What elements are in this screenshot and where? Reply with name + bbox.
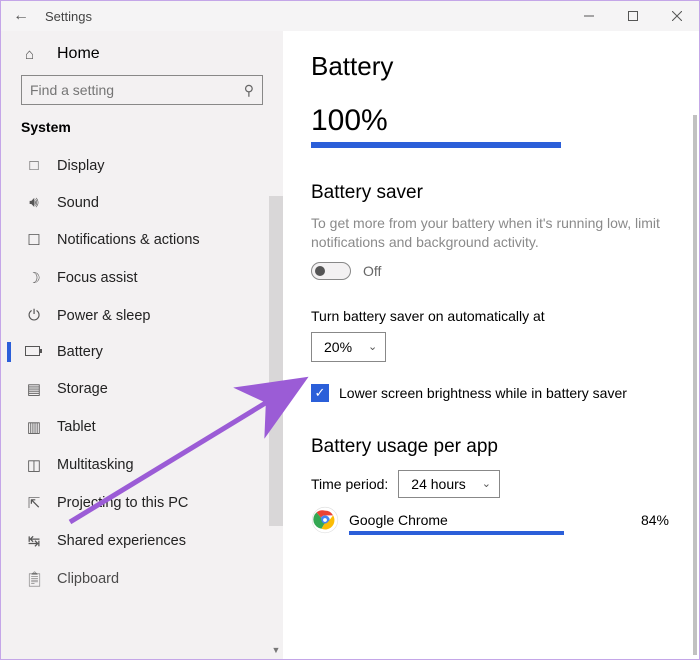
sidebar-item-label: Focus assist (57, 270, 138, 286)
page-title: Battery (311, 51, 669, 82)
sidebar-item-label: Notifications & actions (57, 232, 200, 248)
battery-saver-toggle[interactable] (311, 262, 351, 280)
auto-threshold-value: 20% (324, 339, 352, 355)
battery-saver-toggle-state: Off (363, 263, 381, 279)
time-period-label: Time period: (311, 476, 388, 492)
sidebar-item-label: Shared experiences (57, 533, 186, 549)
maximize-button[interactable] (611, 1, 655, 31)
sidebar: ⌂ Home ⚲ System ▲ □ Display 🔊︎ Sound ☐ N… (1, 31, 283, 659)
search-input-wrapper[interactable]: ⚲ (21, 75, 263, 105)
sidebar-item-label: Battery (57, 344, 103, 360)
tablet-icon: ▥ (25, 418, 43, 436)
app-usage-bar (349, 531, 564, 535)
sidebar-home[interactable]: ⌂ Home (1, 39, 283, 73)
search-icon: ⚲ (244, 82, 254, 99)
battery-percent: 100% (311, 104, 669, 140)
sidebar-item-focus-assist[interactable]: ☽ Focus assist (1, 259, 283, 297)
sidebar-item-label: Storage (57, 381, 108, 397)
main-scrollbar[interactable] (693, 115, 697, 655)
home-icon: ⌂ (25, 46, 43, 63)
projecting-icon: ⇱ (25, 494, 43, 512)
auto-on-label: Turn battery saver on automatically at (311, 308, 669, 324)
sidebar-item-label: Display (57, 158, 105, 174)
titlebar: ← Settings (1, 1, 699, 31)
scroll-down-icon[interactable]: ▼ (271, 645, 281, 655)
sidebar-item-multitasking[interactable]: ◫ Multitasking (1, 446, 283, 484)
battery-saver-heading: Battery saver (311, 182, 669, 204)
close-button[interactable] (655, 1, 699, 31)
sidebar-item-sound[interactable]: 🔊︎ Sound (1, 184, 283, 221)
sidebar-scrollbar[interactable] (269, 196, 283, 526)
sidebar-item-label: Clipboard (57, 571, 119, 587)
sidebar-item-label: Tablet (57, 419, 96, 435)
multitasking-icon: ◫ (25, 456, 43, 474)
battery-bar (311, 142, 561, 148)
storage-icon: ▤ (25, 380, 43, 398)
sidebar-item-label: Projecting to this PC (57, 495, 188, 511)
minimize-button[interactable] (567, 1, 611, 31)
sidebar-item-shared-experiences[interactable]: ↹ Shared experiences (1, 522, 283, 560)
sidebar-item-clipboard[interactable]: 📋︎ Clipboard (1, 560, 283, 598)
shared-icon: ↹ (25, 532, 43, 550)
sidebar-item-battery[interactable]: Battery (1, 334, 283, 370)
battery-icon (25, 346, 43, 358)
chrome-icon (311, 506, 339, 534)
sidebar-item-label: Sound (57, 195, 99, 211)
nav-list: ▲ □ Display 🔊︎ Sound ☐ Notifications & a… (1, 143, 283, 598)
time-period-dropdown[interactable]: 24 hours ⌄ (398, 470, 500, 498)
power-icon: ⏻ (25, 307, 43, 324)
main-panel: Battery 100% Battery saver To get more f… (283, 31, 699, 659)
chevron-down-icon: ⌄ (482, 477, 491, 490)
battery-saver-description: To get more from your battery when it's … (311, 214, 669, 252)
clipboard-icon: 📋︎ (25, 570, 43, 588)
app-name: Google Chrome (349, 512, 448, 528)
lower-brightness-checkbox[interactable]: ✓ (311, 384, 329, 402)
search-input[interactable] (30, 82, 244, 98)
sidebar-item-label: Power & sleep (57, 308, 151, 324)
sidebar-item-notifications[interactable]: ☐ Notifications & actions (1, 221, 283, 259)
sidebar-item-tablet[interactable]: ▥ Tablet (1, 408, 283, 446)
sidebar-item-projecting[interactable]: ⇱ Projecting to this PC (1, 484, 283, 522)
focus-assist-icon: ☽ (25, 269, 43, 287)
sidebar-item-label: Multitasking (57, 457, 134, 473)
notifications-icon: ☐ (25, 231, 43, 249)
back-button[interactable]: ← (1, 7, 41, 25)
app-usage-row[interactable]: Google Chrome 84% (311, 506, 669, 534)
lower-brightness-label: Lower screen brightness while in battery… (339, 385, 627, 401)
home-label: Home (57, 45, 100, 63)
app-percent: 84% (641, 512, 669, 528)
chevron-down-icon: ⌄ (368, 340, 377, 353)
window-title: Settings (41, 9, 567, 24)
sidebar-item-storage[interactable]: ▤ Storage (1, 370, 283, 408)
sidebar-item-power-sleep[interactable]: ⏻ Power & sleep (1, 297, 283, 334)
sidebar-section-title: System (1, 119, 283, 143)
sidebar-item-display[interactable]: □ Display (1, 147, 283, 184)
sound-icon: 🔊︎ (25, 194, 43, 211)
time-period-value: 24 hours (411, 476, 465, 492)
display-icon: □ (25, 157, 43, 174)
usage-heading: Battery usage per app (311, 436, 669, 458)
auto-threshold-dropdown[interactable]: 20% ⌄ (311, 332, 386, 362)
